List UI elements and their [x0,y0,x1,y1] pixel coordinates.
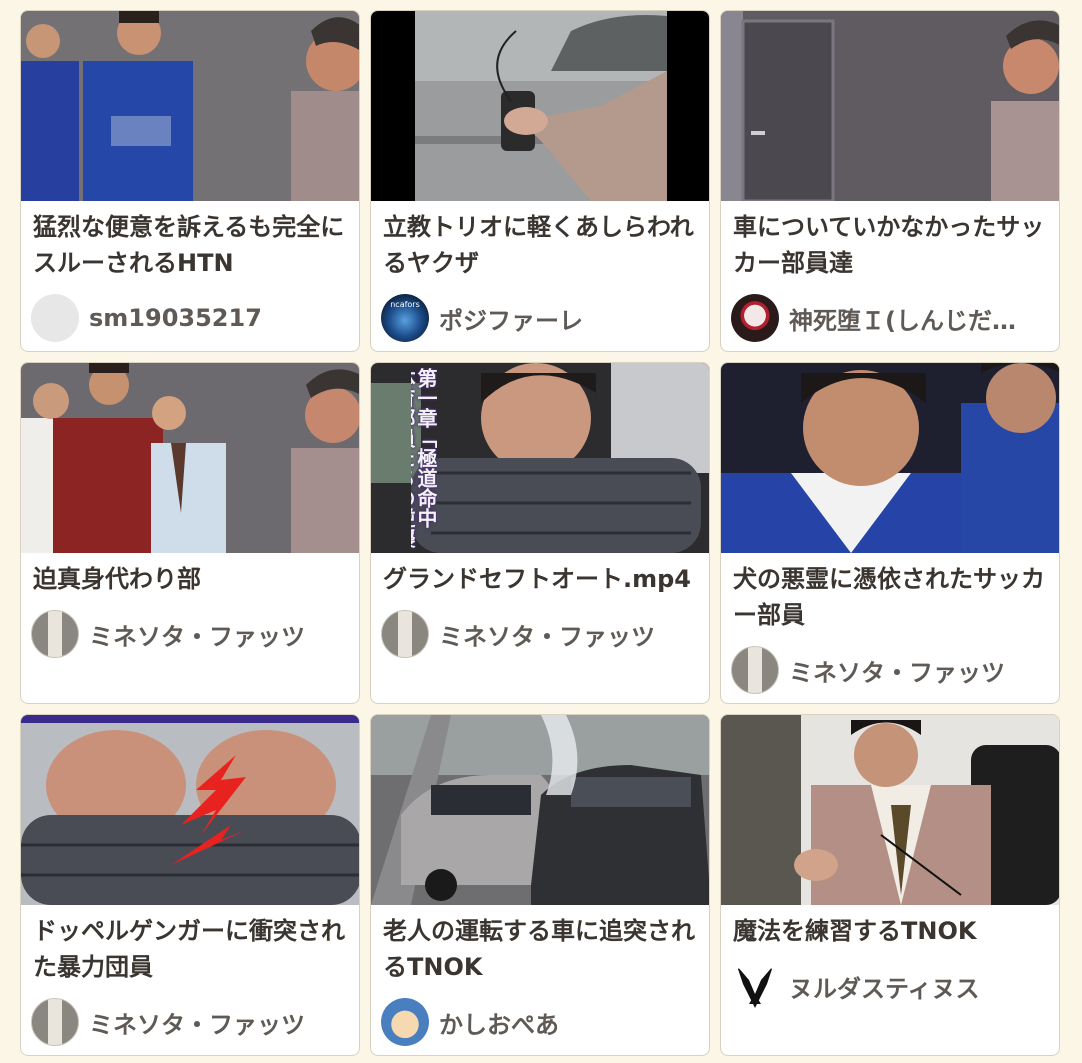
avatar-logo-text: ncafors [390,300,420,309]
user-avatar-icon [381,610,429,658]
author-name[interactable]: 神死堕Ｉ(しんじだ… [789,301,1016,336]
video-title[interactable]: 車についていかなかったサッカー部員達 [733,209,1047,281]
video-title[interactable]: 犬の悪霊に憑依されたサッカー部員 [733,561,1047,633]
video-card[interactable]: ドッペルゲンガーに衝突された暴力団員 ミネソタ・ファッツ [20,714,360,1056]
user-avatar-icon: ncafors [381,294,429,342]
author-row[interactable]: ncafors ポジファーレ [381,293,699,343]
author-name[interactable]: ミネソタ・ファッツ [439,617,655,652]
video-thumbnail[interactable] [371,715,709,905]
video-card[interactable]: 立教トリオに軽くあしらわれるヤクザ ncafors ポジファーレ [370,10,710,352]
author-row[interactable]: 神死堕Ｉ(しんじだ… [731,293,1049,343]
video-thumbnail[interactable]: 第一章「極道命中 体育部員たちの逆襲 [371,363,709,553]
author-row[interactable]: ミネソタ・ファッツ [31,609,349,659]
video-card[interactable]: 魔法を練習するTNOK ヌルダスティヌス [720,714,1060,1056]
user-avatar-icon [31,998,79,1046]
video-thumbnail[interactable] [21,715,359,905]
video-title[interactable]: 立教トリオに軽くあしらわれるヤクザ [383,209,697,281]
author-row[interactable]: かしおぺあ [381,997,699,1047]
author-name[interactable]: かしおぺあ [439,1005,559,1040]
video-card[interactable]: 車についていかなかったサッカー部員達 神死堕Ｉ(しんじだ… [720,10,1060,352]
user-avatar-icon [731,646,779,694]
user-avatar-icon [31,610,79,658]
video-thumbnail[interactable] [721,11,1059,201]
video-title[interactable]: 魔法を練習するTNOK [733,913,1047,949]
video-card[interactable]: 犬の悪霊に憑依されたサッカー部員 ミネソタ・ファッツ [720,362,1060,704]
placeholder-avatar-icon [31,294,79,342]
author-row[interactable]: ミネソタ・ファッツ [381,609,699,659]
video-thumbnail[interactable] [21,363,359,553]
video-thumbnail[interactable] [721,363,1059,553]
video-title[interactable]: 猛烈な便意を訴えるも完全にスルーされるHTN [33,209,347,281]
video-title[interactable]: 迫真身代わり部 [33,561,347,597]
author-name[interactable]: ミネソタ・ファッツ [789,653,1005,688]
video-card[interactable]: 老人の運転する車に追突されるTNOK かしおぺあ [370,714,710,1056]
author-row[interactable]: sm19035217 [31,293,349,343]
video-title[interactable]: ドッペルゲンガーに衝突された暴力団員 [33,913,347,985]
author-row[interactable]: ミネソタ・ファッツ [731,645,1049,695]
video-title[interactable]: グランドセフトオート.mp4 [383,561,697,597]
video-card[interactable]: 猛烈な便意を訴えるも完全にスルーされるHTN sm19035217 [20,10,360,352]
video-thumbnail[interactable] [371,11,709,201]
author-name[interactable]: ヌルダスティヌス [789,969,980,1004]
video-thumbnail[interactable] [721,715,1059,905]
author-row[interactable]: ミネソタ・ファッツ [31,997,349,1047]
video-card[interactable]: 迫真身代わり部 ミネソタ・ファッツ [20,362,360,704]
thumbnail-overlay-text: 第一章「極道命中 体育部員たちの逆襲 [411,368,437,548]
user-avatar-icon [381,998,429,1046]
author-row[interactable]: ヌルダスティヌス [731,961,1049,1011]
user-avatar-icon [731,294,779,342]
video-grid: 猛烈な便意を訴えるも完全にスルーされるHTN sm19035217 立教トリオに… [20,10,1060,1056]
author-name[interactable]: sm19035217 [89,304,262,332]
author-name[interactable]: ポジファーレ [439,301,583,336]
video-thumbnail[interactable] [21,11,359,201]
author-name[interactable]: ミネソタ・ファッツ [89,1005,305,1040]
bird-logo-icon [731,962,779,1010]
author-name[interactable]: ミネソタ・ファッツ [89,617,305,652]
video-title[interactable]: 老人の運転する車に追突されるTNOK [383,913,697,985]
video-card[interactable]: 第一章「極道命中 体育部員たちの逆襲 グランドセフトオート.mp4 ミネソタ・フ… [370,362,710,704]
